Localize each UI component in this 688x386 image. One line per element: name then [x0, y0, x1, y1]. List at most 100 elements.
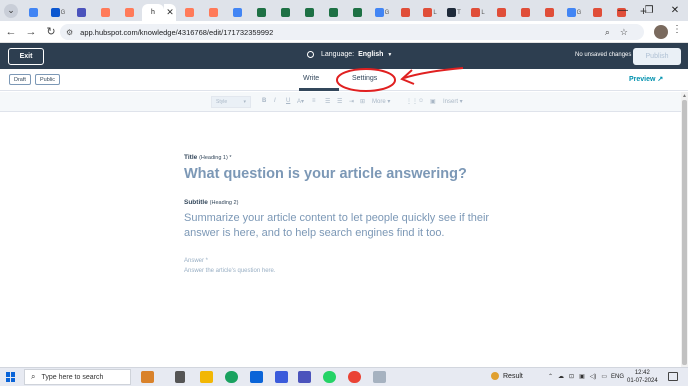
site-info-icon[interactable]: ⚙	[66, 28, 73, 37]
browser-tab[interactable]	[586, 4, 610, 21]
scrollbar[interactable]: ▲	[681, 92, 688, 367]
edge-icon[interactable]	[225, 371, 238, 383]
notifications-icon[interactable]	[668, 372, 678, 381]
title-hint: (Heading 1) *	[199, 155, 232, 161]
bold-icon[interactable]: B	[262, 98, 266, 104]
more-label: More	[372, 99, 386, 105]
public-button[interactable]: Public	[35, 74, 60, 85]
browser-tab[interactable]: L	[418, 4, 442, 21]
network-icon[interactable]: ⊡	[569, 373, 574, 380]
numbered-list-icon[interactable]: ☰	[337, 98, 342, 105]
browser-tab[interactable]	[514, 4, 538, 21]
browser-tab[interactable]	[490, 4, 514, 21]
browser-tab[interactable]: G	[562, 4, 586, 21]
preview-link[interactable]: Preview ↗	[629, 75, 663, 83]
start-windows-icon[interactable]	[6, 372, 16, 382]
browser-tab[interactable]	[178, 4, 202, 21]
bulleted-list-icon[interactable]: ☰	[325, 98, 330, 105]
italic-icon[interactable]: I	[274, 98, 276, 104]
browser-tab[interactable]	[118, 4, 142, 21]
weather-widget[interactable]: Result	[491, 372, 523, 380]
more-dropdown[interactable]: More ▾	[372, 98, 390, 105]
battery-icon[interactable]: ▭	[601, 373, 607, 380]
whatsapp-icon[interactable]	[323, 371, 336, 383]
zoom-icon[interactable]: ⌕	[605, 27, 610, 38]
teams-icon[interactable]	[298, 371, 311, 383]
close-tab-icon[interactable]: ✕	[164, 4, 176, 21]
title-input[interactable]: What question is your article answering?	[184, 166, 467, 182]
exit-button[interactable]: Exit	[8, 48, 44, 65]
browser-tab[interactable]	[94, 4, 118, 21]
publish-button[interactable]: Publish	[633, 48, 681, 65]
active-tab[interactable]: h	[142, 4, 164, 21]
tab-search-icon[interactable]: ⌄	[4, 3, 18, 18]
draft-button[interactable]: Draft	[9, 74, 31, 85]
align-icon[interactable]: ≡	[312, 98, 316, 104]
profile-avatar[interactable]	[654, 25, 668, 39]
active-tab-indicator	[299, 88, 339, 91]
taskbar-search-input[interactable]: ⌕ Type here to search	[24, 369, 131, 385]
clear-format-icon[interactable]: ⋮⋮	[406, 98, 418, 105]
link-icon[interactable]: ⊞	[360, 98, 365, 105]
tab-favicon	[50, 8, 60, 17]
browser-tab[interactable]	[22, 4, 46, 21]
emoji-icon[interactable]: ☺	[418, 98, 424, 104]
pen-app-icon[interactable]	[373, 371, 386, 383]
reload-icon[interactable]: ↻	[42, 25, 60, 38]
browser-tab[interactable]	[202, 4, 226, 21]
title-field-label: Title (Heading 1) *	[184, 154, 231, 161]
restore-icon[interactable]: ❐	[636, 5, 662, 16]
tab-write[interactable]: Write	[303, 75, 319, 82]
browser-tab[interactable]: L	[466, 4, 490, 21]
underline-icon[interactable]: U	[286, 98, 290, 104]
browser-tab[interactable]: G	[46, 4, 70, 21]
show-hidden-icon[interactable]: ⌃	[548, 373, 553, 380]
back-icon[interactable]: ←	[2, 26, 20, 38]
briefcase-app-icon[interactable]	[141, 371, 154, 383]
tab-settings[interactable]: Settings	[352, 75, 377, 82]
address-bar: ← → ↻ ⚙ app.hubspot.com/knowledge/431676…	[0, 21, 688, 43]
globe-icon	[307, 51, 314, 58]
answer-input[interactable]: Answer the article's question here.	[184, 268, 276, 274]
bookmark-star-icon[interactable]: ☆	[620, 27, 628, 38]
browser-tab[interactable]	[346, 4, 370, 21]
browser-tab[interactable]	[298, 4, 322, 21]
teams-tray-icon[interactable]: ▣	[579, 373, 585, 380]
task-view-icon[interactable]	[175, 371, 185, 383]
browser-tab[interactable]	[274, 4, 298, 21]
app-icon[interactable]	[275, 371, 288, 383]
editor-subheader: Draft Public Write Settings Preview ↗	[0, 69, 688, 91]
scroll-up-icon[interactable]: ▲	[682, 93, 687, 99]
tab-label: G	[384, 9, 390, 16]
minimize-icon[interactable]: —	[610, 5, 636, 16]
browser-tab[interactable]	[322, 4, 346, 21]
browser-tab[interactable]	[394, 4, 418, 21]
clock[interactable]: 12:42 01-07-2024	[627, 369, 658, 385]
mail-icon[interactable]	[250, 371, 263, 383]
text-color-icon[interactable]: A▾	[297, 98, 304, 105]
scrollbar-thumb[interactable]	[682, 100, 687, 365]
image-icon[interactable]: ▣	[430, 98, 436, 105]
style-dropdown[interactable]: Style ▾	[211, 96, 251, 108]
browser-tab[interactable]	[70, 4, 94, 21]
tab-favicon	[423, 8, 433, 17]
indent-icon[interactable]: ⇥	[349, 98, 354, 105]
input-language[interactable]: ENG	[611, 374, 624, 380]
browser-tab[interactable]	[538, 4, 562, 21]
browser-tab[interactable]: T	[442, 4, 466, 21]
url-field[interactable]: ⚙ app.hubspot.com/knowledge/4316768/edit…	[60, 24, 644, 40]
subtitle-input[interactable]: Summarize your article content to let pe…	[184, 211, 504, 241]
forward-icon[interactable]: →	[22, 26, 40, 38]
browser-menu-icon[interactable]: ⋮	[672, 24, 682, 35]
language-selector[interactable]: Language: English ▼	[307, 51, 392, 58]
browser-tab[interactable]: G	[370, 4, 394, 21]
chrome-icon[interactable]	[348, 371, 361, 383]
browser-tab-strip: ⌄ G h ✕ GLTLG + — ❐ ✕	[0, 0, 688, 21]
cloud-icon[interactable]: ☁	[558, 373, 564, 380]
browser-tab[interactable]	[250, 4, 274, 21]
file-explorer-icon[interactable]	[200, 371, 213, 383]
browser-tab[interactable]	[226, 4, 250, 21]
insert-dropdown[interactable]: Insert ▾	[443, 98, 463, 105]
speaker-icon[interactable]: ◁)	[590, 373, 597, 380]
close-window-icon[interactable]: ✕	[662, 5, 688, 16]
